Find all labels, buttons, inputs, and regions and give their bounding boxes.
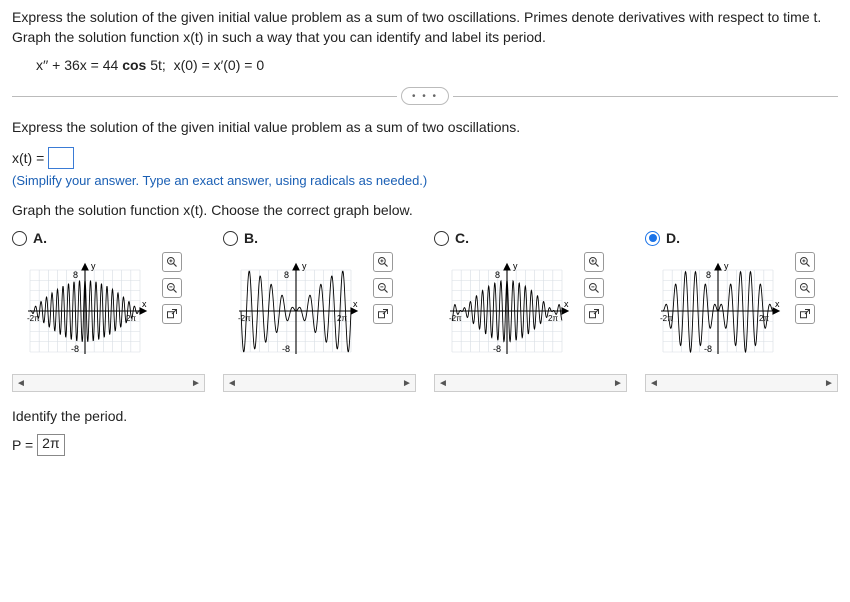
radio-C[interactable]	[434, 231, 449, 246]
graph-scrollbar[interactable]: ◄ ►	[223, 374, 416, 392]
svg-text:y: y	[91, 261, 96, 271]
scroll-left-icon[interactable]: ◄	[435, 378, 451, 389]
svg-text:y: y	[724, 261, 729, 271]
svg-text:-2π: -2π	[449, 314, 462, 323]
zoom-in-icon[interactable]	[795, 252, 815, 272]
svg-text:-8: -8	[493, 344, 501, 354]
svg-text:x: x	[142, 299, 147, 309]
graph-scrollbar[interactable]: ◄ ►	[434, 374, 627, 392]
svg-text:x: x	[564, 299, 569, 309]
scroll-left-icon[interactable]: ◄	[13, 378, 29, 389]
zoom-out-icon[interactable]	[373, 278, 393, 298]
xt-answer-input[interactable]	[48, 147, 74, 169]
svg-text:8: 8	[73, 270, 78, 280]
scroll-right-icon[interactable]: ►	[188, 378, 204, 389]
graph-scrollbar[interactable]: ◄ ►	[645, 374, 838, 392]
radio-A[interactable]	[12, 231, 27, 246]
scroll-left-icon[interactable]: ◄	[646, 378, 662, 389]
xt-lhs: x(t) =	[12, 150, 44, 166]
zoom-in-icon[interactable]	[584, 252, 604, 272]
option-label: A.	[33, 230, 47, 246]
zoom-out-icon[interactable]	[162, 278, 182, 298]
popout-icon[interactable]	[584, 304, 604, 324]
graph-canvas: y x 8 -8 -2π 2π	[434, 252, 580, 370]
svg-text:8: 8	[706, 270, 711, 280]
graph-canvas: y x 8 -8 -2π 2π	[223, 252, 369, 370]
svg-text:8: 8	[495, 270, 500, 280]
graph-scrollbar[interactable]: ◄ ►	[12, 374, 205, 392]
zoom-out-icon[interactable]	[584, 278, 604, 298]
svg-text:-8: -8	[282, 344, 290, 354]
svg-text:-2π: -2π	[238, 314, 251, 323]
svg-text:y: y	[513, 261, 518, 271]
svg-text:-2π: -2π	[660, 314, 673, 323]
zoom-in-icon[interactable]	[162, 252, 182, 272]
part2-prompt: Graph the solution function x(t). Choose…	[12, 202, 838, 218]
graph-canvas: y x 8 -8 -2π 2π	[12, 252, 158, 370]
period-lhs: P =	[12, 437, 33, 453]
scroll-left-icon[interactable]: ◄	[224, 378, 240, 389]
zoom-out-icon[interactable]	[795, 278, 815, 298]
svg-text:8: 8	[284, 270, 289, 280]
svg-text:x: x	[353, 299, 358, 309]
graph-option-A: A. y x 8 -8 -2π 2π	[12, 230, 205, 370]
graph-canvas: y x 8 -8 -2π 2π	[645, 252, 791, 370]
zoom-in-icon[interactable]	[373, 252, 393, 272]
popout-icon[interactable]	[795, 304, 815, 324]
problem-statement: Express the solution of the given initia…	[12, 8, 838, 47]
part1-hint: (Simplify your answer. Type an exact ans…	[12, 173, 838, 188]
svg-text:y: y	[302, 261, 307, 271]
popout-icon[interactable]	[162, 304, 182, 324]
option-label: C.	[455, 230, 469, 246]
svg-text:-8: -8	[71, 344, 79, 354]
part1-prompt: Express the solution of the given initia…	[12, 119, 838, 135]
scroll-right-icon[interactable]: ►	[399, 378, 415, 389]
popout-icon[interactable]	[373, 304, 393, 324]
period-label: Identify the period.	[12, 408, 838, 424]
svg-text:-8: -8	[704, 344, 712, 354]
radio-B[interactable]	[223, 231, 238, 246]
scroll-right-icon[interactable]: ►	[821, 378, 837, 389]
graph-option-D: D. y x 8 -8 -2π 2π	[645, 230, 838, 370]
graph-option-C: C. y x 8 -8 -2π 2π	[434, 230, 627, 370]
svg-text:2π: 2π	[548, 314, 558, 323]
more-indicator[interactable]: • • •	[401, 87, 449, 105]
option-label: D.	[666, 230, 680, 246]
period-answer-input[interactable]: 2π	[37, 434, 64, 456]
graph-options: A. y x 8 -8 -2π 2π B. y	[12, 230, 838, 370]
svg-text:x: x	[775, 299, 780, 309]
section-divider: • • •	[12, 87, 838, 105]
radio-D[interactable]	[645, 231, 660, 246]
option-label: B.	[244, 230, 258, 246]
problem-equation: x′′ + 36x = 44 cos 5t; x(0) = x′(0) = 0	[36, 57, 838, 73]
scroll-right-icon[interactable]: ►	[610, 378, 626, 389]
graph-option-B: B. y x 8 -8 -2π 2π	[223, 230, 416, 370]
